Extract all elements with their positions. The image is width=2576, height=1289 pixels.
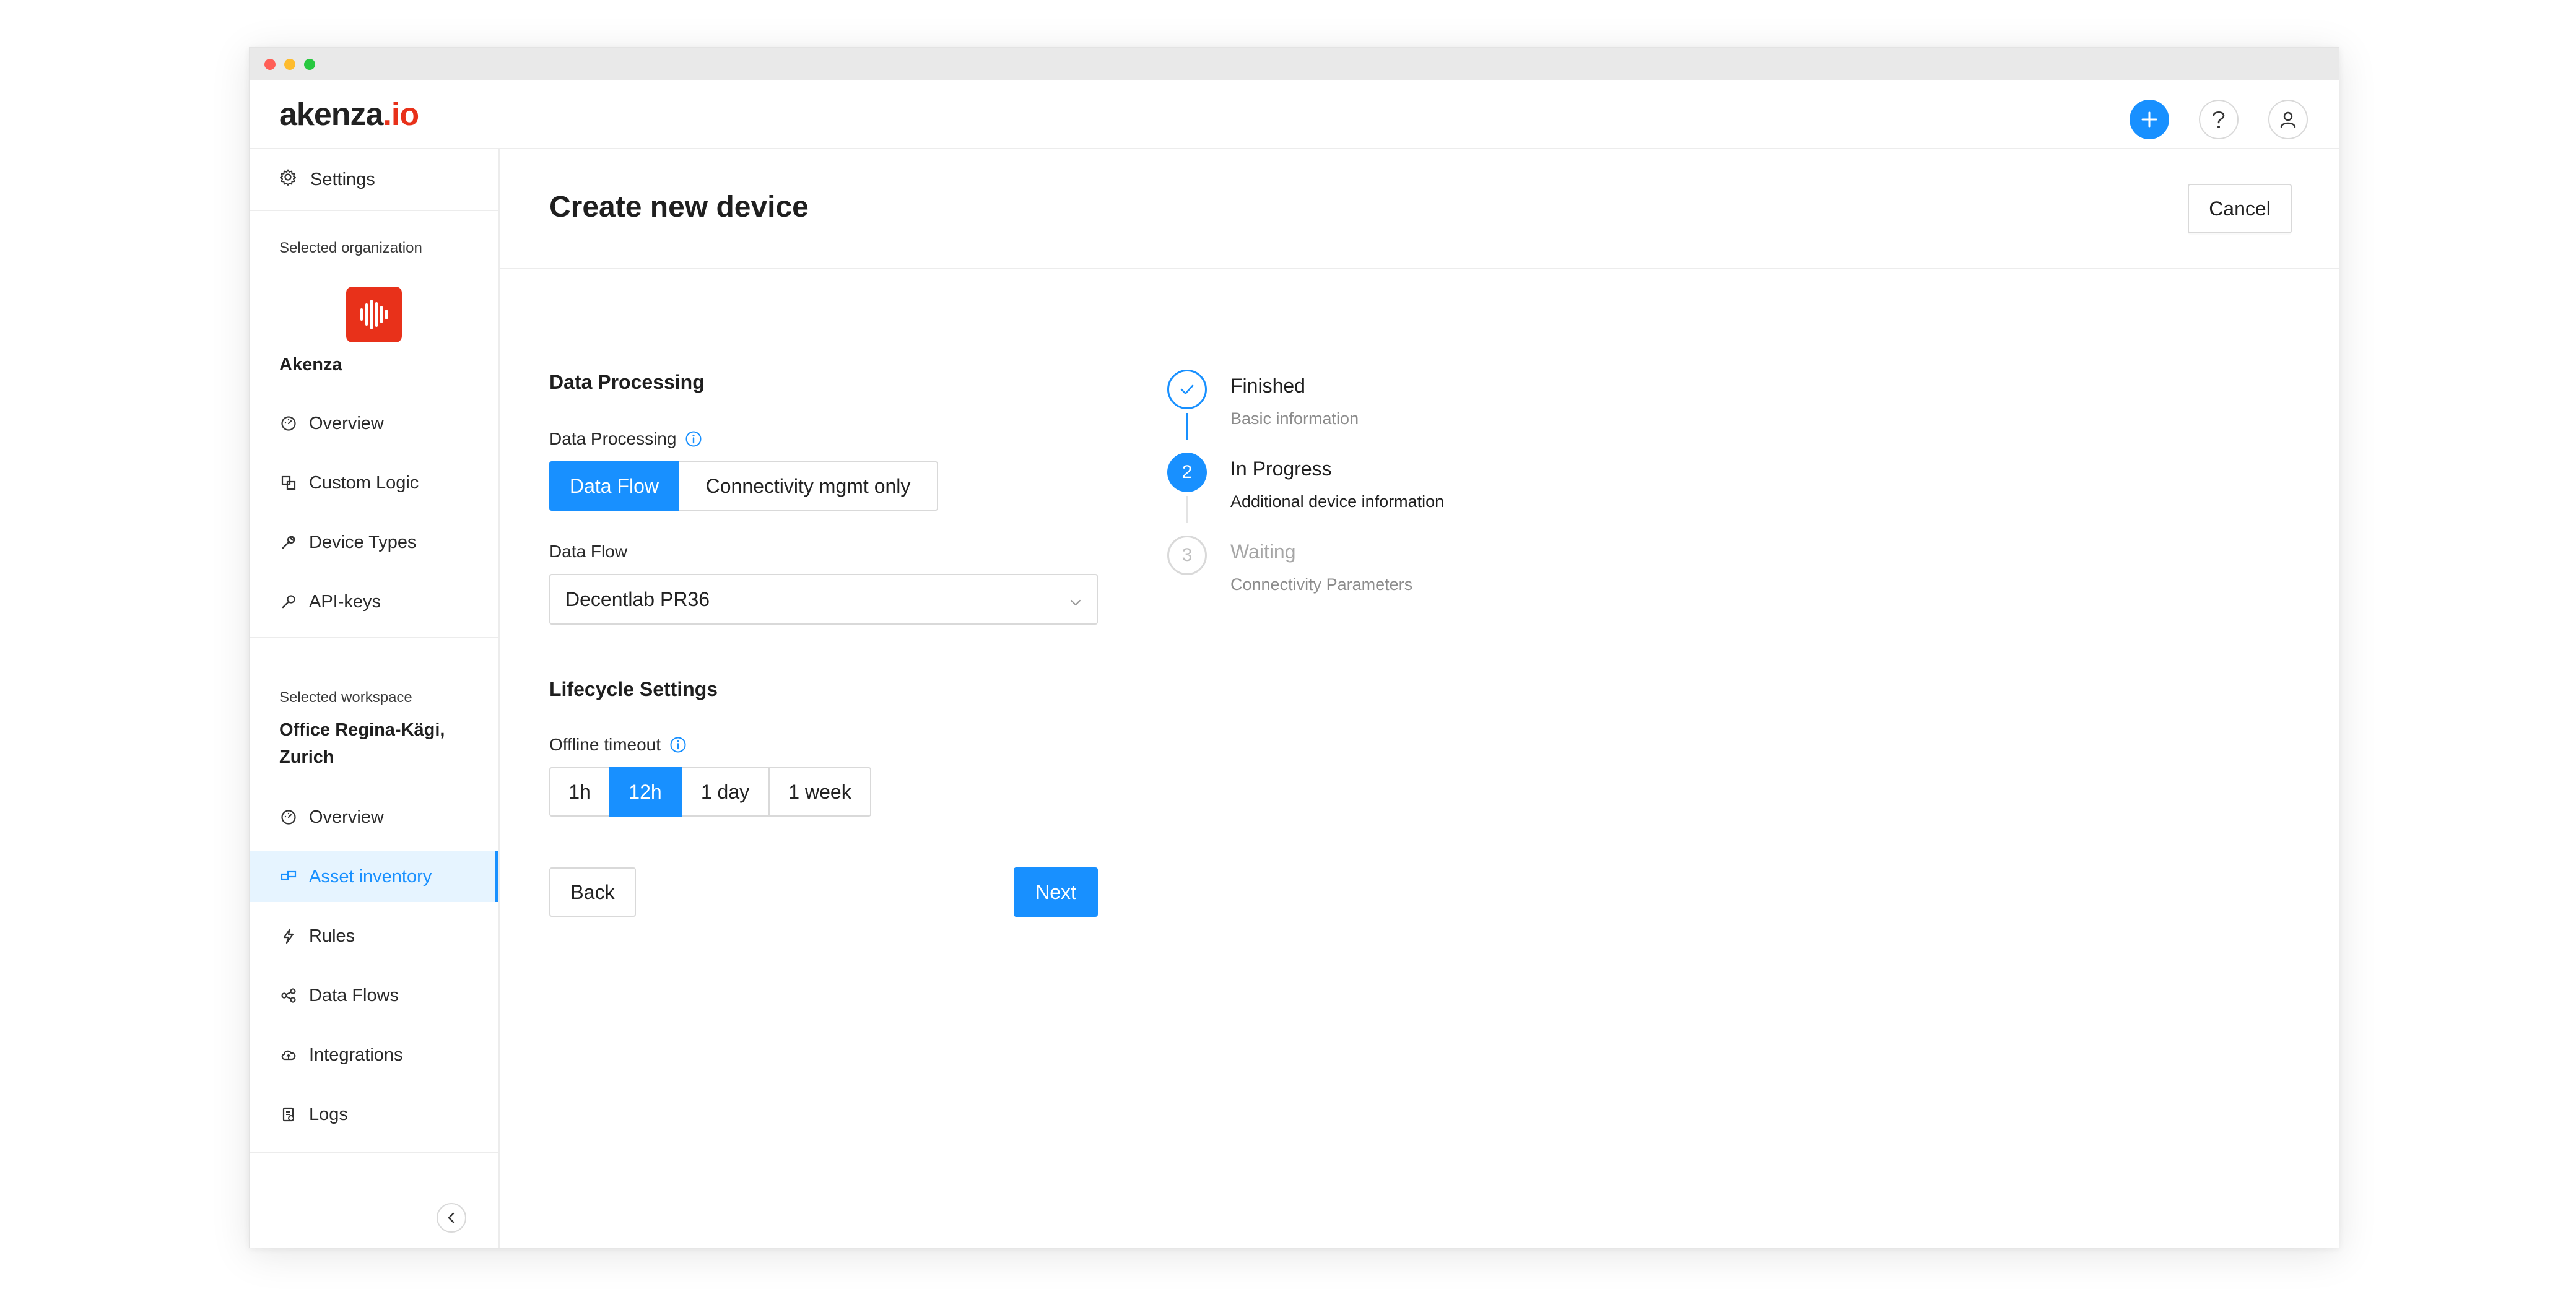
sidebar-item-label: Custom Logic xyxy=(309,472,419,493)
sidebar-item-label: Data Flows xyxy=(309,985,399,1005)
window-minimize-dot[interactable] xyxy=(284,59,295,70)
sidebar-item-asset-inventory[interactable]: Asset inventory xyxy=(250,851,498,902)
question-icon xyxy=(2213,111,2225,128)
window-close-dot[interactable] xyxy=(264,59,276,70)
sidebar-item-org-overview[interactable]: Overview xyxy=(250,398,498,449)
logs-icon xyxy=(279,1105,298,1124)
user-menu-button[interactable] xyxy=(2268,100,2308,139)
connectivity-mgmt-option[interactable]: Connectivity mgmt only xyxy=(678,461,938,511)
sidebar-item-workspace-overview[interactable]: Overview xyxy=(250,792,498,843)
chevron-left-icon xyxy=(448,1212,455,1223)
step-in-progress-circle: 2 xyxy=(1167,453,1207,492)
main-content: Create new device Cancel Data Processing… xyxy=(500,149,2339,1248)
sidebar-collapse-button[interactable] xyxy=(437,1203,466,1233)
data-flow-label: Data Flow xyxy=(549,542,627,562)
sidebar-divider xyxy=(250,637,498,638)
akenza-org-icon xyxy=(360,300,388,329)
top-bar: akenza.io xyxy=(250,80,2339,149)
step-connector xyxy=(1186,496,1188,523)
asset-icon xyxy=(279,867,298,886)
sidebar-item-data-flows[interactable]: Data Flows xyxy=(250,970,498,1021)
timeout-1-day-option[interactable]: 1 day xyxy=(681,767,770,817)
workspace-caption: Selected workspace xyxy=(279,689,412,706)
step-finished-description: Basic information xyxy=(1230,409,1359,428)
window-maximize-dot[interactable] xyxy=(304,59,315,70)
next-button[interactable]: Next xyxy=(1014,867,1098,917)
lifecycle-section-title: Lifecycle Settings xyxy=(549,678,718,700)
step-in-progress-description: Additional device information xyxy=(1230,492,1445,511)
sidebar-divider xyxy=(250,1152,498,1153)
wrench-icon xyxy=(279,533,298,552)
sidebar-item-label: Logs xyxy=(309,1104,348,1124)
page-title: Create new device xyxy=(549,191,809,224)
sidebar-item-custom-logic[interactable]: Custom Logic xyxy=(250,458,498,508)
sidebar-item-label: Device Types xyxy=(309,532,417,552)
step-waiting-description: Connectivity Parameters xyxy=(1230,575,1413,594)
data-processing-label: Data Processing xyxy=(549,429,702,449)
sidebar-item-rules[interactable]: Rules xyxy=(250,911,498,961)
user-icon xyxy=(2280,111,2296,128)
share-icon xyxy=(279,986,298,1005)
timeout-1-week-option[interactable]: 1 week xyxy=(768,767,871,817)
sidebar-item-label: API-keys xyxy=(309,591,381,612)
timeout-1h-option[interactable]: 1h xyxy=(549,767,610,817)
custom-logic-icon xyxy=(279,474,298,492)
key-icon xyxy=(279,592,298,611)
gear-icon xyxy=(279,168,297,191)
workspace-name: Office Regina-Kägi, Zurich xyxy=(279,720,445,767)
offline-timeout-label-text: Offline timeout xyxy=(549,735,661,754)
sidebar-item-logs[interactable]: Logs xyxy=(250,1089,498,1140)
help-button[interactable] xyxy=(2199,100,2239,139)
back-button[interactable]: Back xyxy=(549,867,636,917)
cloud-icon xyxy=(279,1046,298,1064)
org-caption: Selected organization xyxy=(279,240,422,256)
step-finished-title: Finished xyxy=(1230,375,1305,397)
offline-timeout-toggle: 1h 12h 1 day 1 week xyxy=(549,767,871,817)
data-processing-label-text: Data Processing xyxy=(549,429,677,448)
sidebar-item-label: Overview xyxy=(309,413,384,433)
step-waiting-circle: 3 xyxy=(1167,536,1207,575)
akenza-logo[interactable]: akenza.io xyxy=(279,95,419,134)
info-icon[interactable] xyxy=(669,736,687,753)
plus-icon xyxy=(2141,111,2157,128)
data-flow-select-value: Decentlab PR36 xyxy=(565,588,710,610)
data-flow-option[interactable]: Data Flow xyxy=(549,461,679,511)
add-button[interactable] xyxy=(2130,100,2169,139)
sidebar-settings-label: Settings xyxy=(310,169,375,189)
logo-text: akenza xyxy=(279,97,383,132)
org-logo xyxy=(346,287,402,342)
step-waiting-title: Waiting xyxy=(1230,540,1296,563)
step-in-progress-title: In Progress xyxy=(1230,458,1332,480)
info-icon[interactable] xyxy=(685,430,702,448)
cancel-button[interactable]: Cancel xyxy=(2188,184,2292,233)
sidebar-item-label: Integrations xyxy=(309,1044,403,1065)
window-titlebar xyxy=(250,48,2339,80)
org-name: Akenza xyxy=(279,355,342,375)
dashboard-icon xyxy=(279,414,298,433)
sidebar-item-label: Rules xyxy=(309,926,355,946)
dashboard-icon xyxy=(279,808,298,827)
data-processing-toggle: Data Flow Connectivity mgmt only xyxy=(549,461,938,511)
logo-suffix: .io xyxy=(383,97,419,132)
chevron-down-icon xyxy=(1068,592,1083,615)
sidebar-item-device-types[interactable]: Device Types xyxy=(250,517,498,568)
sidebar-item-api-keys[interactable]: API-keys xyxy=(250,576,498,627)
app-window: akenza.io Settings Selected organization xyxy=(249,47,2339,1248)
check-icon xyxy=(1180,384,1194,394)
step-connector xyxy=(1186,413,1188,440)
lightning-icon xyxy=(279,927,298,945)
data-processing-section-title: Data Processing xyxy=(549,371,705,393)
data-flow-label-text: Data Flow xyxy=(549,542,628,561)
offline-timeout-label: Offline timeout xyxy=(549,735,687,755)
page-header: Create new device Cancel xyxy=(500,149,2339,269)
data-flow-select[interactable]: Decentlab PR36 xyxy=(549,574,1098,625)
sidebar-item-label: Asset inventory xyxy=(309,866,432,887)
sidebar: Settings Selected organization Akenza Ov… xyxy=(250,149,500,1248)
sidebar-item-integrations[interactable]: Integrations xyxy=(250,1030,498,1080)
sidebar-item-label: Overview xyxy=(309,807,384,827)
timeout-12h-option[interactable]: 12h xyxy=(609,767,682,817)
step-finished-circle xyxy=(1167,370,1207,409)
sidebar-settings[interactable]: Settings xyxy=(250,149,498,211)
